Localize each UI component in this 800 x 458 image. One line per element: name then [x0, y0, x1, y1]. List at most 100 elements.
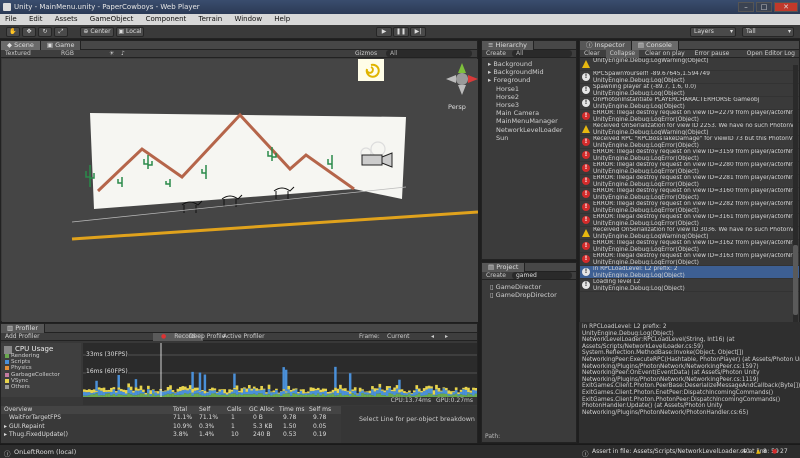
cpu-graph-bar — [110, 387, 113, 392]
col-self-ms[interactable]: Self ms — [309, 406, 331, 414]
tab-profiler[interactable]: ▥ Profiler — [1, 324, 46, 333]
legend-item[interactable]: Others — [1, 384, 81, 390]
tab-game[interactable]: ▣ Game — [40, 41, 82, 50]
menu-window[interactable]: Window — [229, 14, 267, 24]
persp-label[interactable]: Persp — [448, 103, 466, 111]
console-row[interactable]: ! Received RPC "RPCBossTakeDamage" for vi… — [580, 136, 799, 149]
cpu-usage-graph[interactable]: 33ms (30FPS) 16ms (60FPS) — [83, 343, 478, 397]
tab-console[interactable]: ▤ Console — [631, 41, 679, 50]
console-row[interactable]: ! ERROR: Illegal destroy request on view … — [580, 175, 799, 188]
status-left-message[interactable]: OnLeftRoom (local) — [14, 448, 76, 456]
console-row[interactable]: Received OnSerialization for view ID 303… — [580, 227, 799, 240]
hierarchy-item-horse1[interactable]: Horse1 — [482, 85, 576, 93]
console-row[interactable]: ! RPCSpawnYourself! -89.67645,1.594749 Uni… — [580, 71, 799, 84]
console-scrollbar-thumb[interactable] — [793, 245, 798, 315]
layout-dropdown[interactable]: Tall ▾ — [742, 27, 794, 37]
error-pause-toggle[interactable]: Error pause — [691, 50, 734, 58]
hierarchy-item-main-camera[interactable]: Main Camera — [482, 109, 576, 117]
project-create-dropdown[interactable]: Create — [482, 272, 510, 280]
layers-dropdown[interactable]: Layers ▾ — [690, 27, 736, 37]
clear-on-play-toggle[interactable]: Clear on play — [641, 50, 689, 58]
console-row[interactable]: ! ERROR: Illegal destroy request on view … — [580, 149, 799, 162]
maximize-button[interactable]: □ — [756, 2, 772, 12]
scale-tool-button[interactable]: ⤢ — [54, 27, 68, 37]
close-button[interactable]: ✕ — [774, 2, 798, 12]
scene-search-input[interactable]: All — [386, 50, 472, 57]
frame-prev-button[interactable]: ◂ — [427, 333, 438, 341]
frame-current-button[interactable]: Current — [383, 333, 414, 341]
hierarchy-create-dropdown[interactable]: Create — [482, 50, 510, 58]
hierarchy-search-input[interactable]: All — [512, 50, 572, 57]
overview-row[interactable]: ▸ Thug.FixedUpdate() 3.8% 1.4% 10 240 B … — [1, 431, 341, 439]
console-row[interactable]: ! Spawning player at (-89.7, 1.6, 0.0) Uni… — [580, 84, 799, 97]
open-editor-log-button[interactable]: Open Editor Log — [743, 50, 799, 58]
hierarchy-item-sun[interactable]: Sun — [482, 134, 576, 142]
menu-file[interactable]: File — [0, 14, 22, 24]
col-total[interactable]: Total — [173, 406, 187, 414]
minimize-button[interactable]: – — [738, 2, 754, 12]
add-profiler-dropdown[interactable]: Add Profiler — [1, 333, 44, 341]
menu-component[interactable]: Component — [141, 14, 192, 24]
console-row[interactable]: ! ERROR: Illegal destroy request on view … — [580, 201, 799, 214]
hierarchy-item-mainmenumanager[interactable]: MainMenuManager — [482, 117, 576, 125]
step-button[interactable]: ▶| — [410, 27, 426, 37]
hierarchy-item-horse3[interactable]: Horse3 — [482, 101, 576, 109]
overview-row[interactable]: ▸ GUI.Repaint 10.9% 0.3% 1 5.3 KB 1.50 0… — [1, 423, 341, 431]
project-item-gamedropdirector[interactable]: ▯ GameDropDirector — [482, 291, 576, 299]
move-tool-button[interactable]: ✥ — [22, 27, 36, 37]
pivot-center-button[interactable]: ⊕ Center — [80, 27, 114, 37]
console-row-selected[interactable]: ! in RPCLoadLevel: L2 prefix: 2 UnityEngin… — [580, 266, 799, 279]
collapse-toggle[interactable]: Collapse — [605, 50, 640, 58]
project-item-gamedirector[interactable]: ▯ GameDirector — [482, 283, 576, 291]
hand-tool-button[interactable]: ✋ — [6, 27, 20, 37]
menu-edit[interactable]: Edit — [24, 14, 48, 24]
gizmos-dropdown[interactable]: Gizmos — [351, 50, 381, 58]
console-row[interactable]: ! OnPhotonInstantiate PLAYERCHARACTERHORS… — [580, 97, 799, 110]
hierarchy-item-foreground[interactable]: ▸ Foreground — [482, 76, 576, 84]
tab-scene[interactable]: ◆ Scene — [1, 41, 41, 50]
col-self[interactable]: Self — [199, 406, 210, 414]
cpu-graph-bar — [432, 394, 436, 396]
console-row[interactable]: ! ERROR: Illegal destroy request on view … — [580, 110, 799, 123]
scene-viewport[interactable]: Persp — [2, 59, 478, 322]
console-row[interactable]: Received OnSerialization for view ID 225… — [580, 123, 799, 136]
menu-help[interactable]: Help — [269, 14, 295, 24]
col-gc-alloc[interactable]: GC Alloc — [249, 406, 274, 414]
clear-button[interactable]: Clear — [580, 50, 604, 58]
col-overview[interactable]: Overview — [4, 406, 32, 414]
pivot-local-button[interactable]: ▣ Local — [116, 27, 144, 37]
hierarchy-item-backgroundmid[interactable]: ▸ BackgroundMid — [482, 68, 576, 76]
console-row[interactable]: ! Loading level L2 UnityEngine.Debug:Log(O… — [580, 279, 799, 292]
col-calls[interactable]: Calls — [227, 406, 241, 414]
color-mode-dropdown[interactable]: RGB — [57, 50, 78, 58]
menu-gameobject[interactable]: GameObject — [85, 14, 139, 24]
tab-project[interactable]: ▤ Project — [482, 263, 526, 272]
menu-assets[interactable]: Assets — [50, 14, 83, 24]
pause-button[interactable]: ❚❚ — [393, 27, 409, 37]
console-row[interactable]: ! ERROR: Illegal destroy request on view … — [580, 253, 799, 266]
tab-hierarchy[interactable]: ≡ Hierarchy — [482, 41, 534, 50]
menu-terrain[interactable]: Terrain — [194, 14, 228, 24]
project-search-input[interactable]: gamed — [512, 272, 572, 279]
play-button[interactable]: ▶ — [376, 27, 392, 37]
console-scrollbar[interactable] — [793, 65, 798, 325]
audio-toggle[interactable]: ♪ — [113, 50, 133, 58]
console-row[interactable]: ! ERROR: Illegal destroy request on view … — [580, 240, 799, 253]
status-right-message[interactable]: Assert in file: Assets/Scripts/NetworkLe… — [592, 448, 779, 455]
cpu-usage-legend[interactable]: CPU Usage Rendering Scripts Physics Garbage… — [1, 343, 81, 397]
console-row[interactable]: UnityEngine.Debug:LogWarning(Object) — [580, 58, 799, 71]
render-mode-dropdown[interactable]: Textured — [1, 50, 35, 58]
hierarchy-item-background[interactable]: ▸ Background — [482, 60, 576, 68]
active-profiler-toggle[interactable]: Active Profiler — [219, 333, 269, 341]
rotate-tool-button[interactable]: ↻ — [38, 27, 52, 37]
frame-next-button[interactable]: ▸ — [441, 333, 452, 341]
overview-row[interactable]: WaitForTargetFPS 71.1% 71.1% 1 0 B 9.78 … — [1, 414, 341, 422]
cpu-graph-bar — [92, 389, 96, 393]
hierarchy-item-networklevelloader[interactable]: NetworkLevelLoader — [482, 126, 576, 134]
hierarchy-item-horse2[interactable]: Horse2 — [482, 93, 576, 101]
console-row[interactable]: ! ERROR: Illegal destroy request on view … — [580, 188, 799, 201]
console-row[interactable]: ! ERROR: Illegal destroy request on view … — [580, 214, 799, 227]
tab-inspector[interactable]: ⓘ Inspector — [580, 41, 632, 50]
col-time-ms[interactable]: Time ms — [279, 406, 305, 414]
console-row[interactable]: ! ERROR: Illegal destroy request on view … — [580, 162, 799, 175]
